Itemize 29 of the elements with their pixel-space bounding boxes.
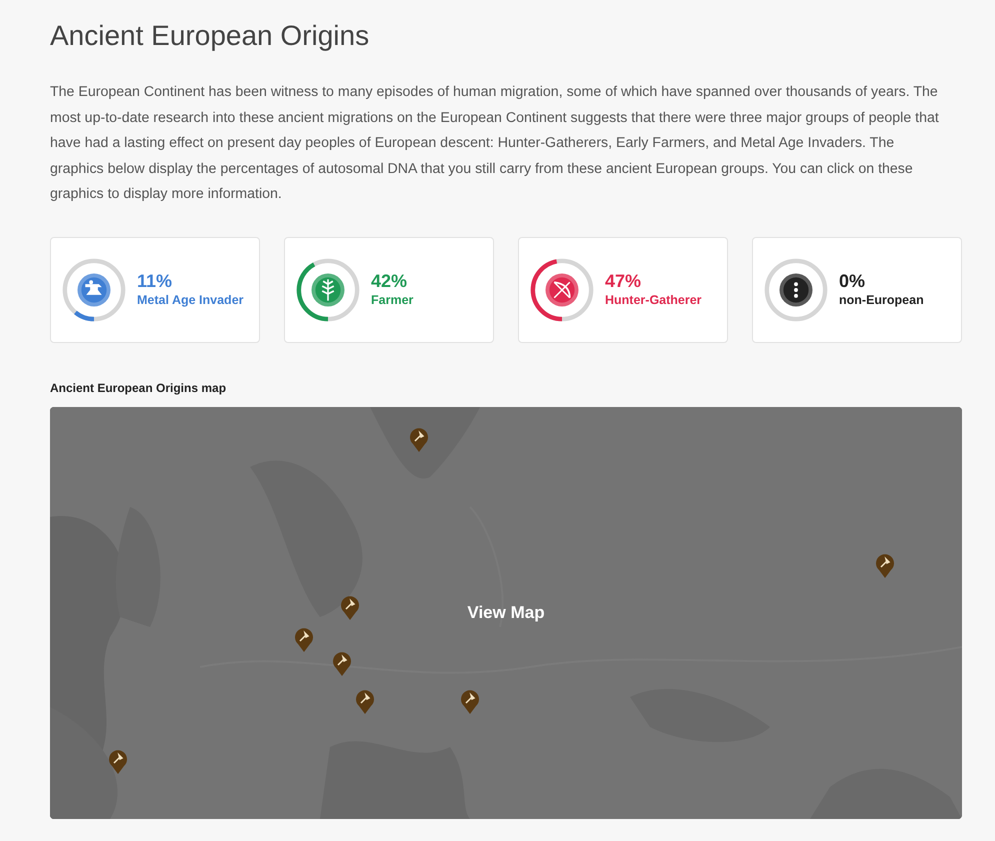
map-pin-icon[interactable]: [108, 748, 128, 774]
map-pin-icon[interactable]: [340, 594, 360, 620]
map-pin-icon[interactable]: [875, 552, 895, 578]
map-panel[interactable]: View Map: [50, 406, 962, 818]
percentage: 0%: [839, 271, 866, 292]
group-card[interactable]: 0% non-European: [752, 236, 962, 342]
percentage: 47%: [605, 271, 642, 292]
wheat-icon: [312, 273, 344, 306]
intro-paragraph: The European Continent has been witness to many episodes of human migration, some of which have spanned over thousands of years. The most up-to-date research into these ancient migrations on the European Continent suggests that there were three major groups of people that have had a lasting effect on present day peoples of European descent: Hunter-Gatherers, Early Farmers, and Metal Age Invaders. The graphics below display the percentages of autosomal DNA that you still carry from these ancient European groups. You can click on these graphics to display more information.: [50, 83, 940, 204]
group-card[interactable]: 47% Hunter-Gatherer: [518, 236, 728, 342]
group-card[interactable]: 11% Metal Age Invader: [50, 236, 260, 342]
group-label: non-European: [839, 292, 924, 308]
bow-icon: [546, 273, 578, 306]
group-label: Hunter-Gatherer: [605, 292, 702, 308]
more-icon: [780, 273, 812, 306]
anvil-icon: [78, 273, 110, 306]
page-title: Ancient European Origins: [50, 19, 370, 53]
map-heading: Ancient European Origins map: [50, 380, 228, 394]
map-pin-icon[interactable]: [409, 426, 429, 452]
percentage: 11%: [137, 271, 174, 292]
map-pin-icon[interactable]: [355, 688, 375, 714]
percentage: 42%: [371, 271, 408, 292]
view-map-button[interactable]: View Map: [463, 600, 549, 624]
group-label: Metal Age Invader: [137, 292, 244, 308]
map-pin-icon[interactable]: [294, 626, 314, 652]
group-card[interactable]: 42% Farmer: [284, 236, 494, 342]
map-pin-icon[interactable]: [332, 650, 352, 676]
group-label: Farmer: [371, 292, 414, 308]
map-pin-icon[interactable]: [460, 688, 480, 714]
